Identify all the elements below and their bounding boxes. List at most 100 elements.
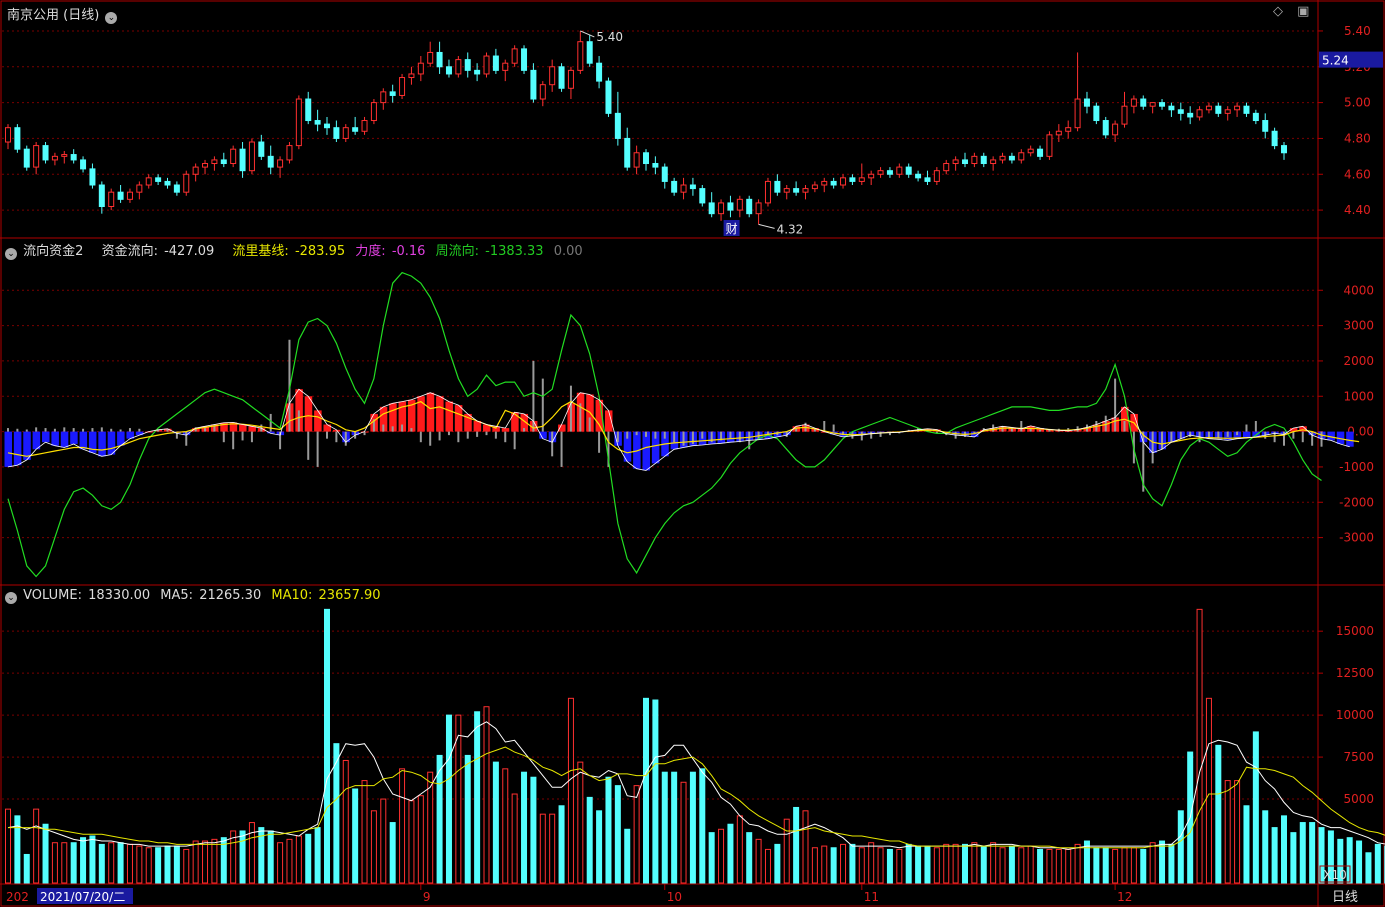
candle: [1055, 130, 1062, 136]
volume-bar: [267, 830, 274, 884]
candle: [905, 166, 912, 175]
diamond-icon[interactable]: ◇: [1273, 4, 1283, 19]
candle: [736, 198, 743, 211]
volume-bar: [699, 768, 706, 884]
candle: [258, 141, 265, 157]
candle: [1102, 120, 1109, 136]
zero-value: 0.00: [553, 244, 583, 259]
candle: [192, 166, 199, 175]
volume-bar: [5, 808, 11, 884]
candle: [70, 154, 77, 161]
ma5-value: 21265.30: [199, 588, 262, 603]
candle: [23, 148, 30, 168]
candle: [577, 41, 584, 71]
candle: [1215, 105, 1222, 114]
volume-bar: [840, 843, 847, 884]
volume-bar: [708, 832, 715, 884]
volume-bar: [389, 822, 396, 884]
volume-bar: [361, 780, 368, 884]
candle: [830, 180, 837, 186]
candle: [614, 112, 621, 139]
candle: [342, 127, 349, 139]
volume-bar: [192, 840, 199, 884]
flow-bar: [304, 396, 313, 432]
force-label: 力度:: [355, 244, 386, 259]
candle: [464, 59, 471, 71]
window-icon[interactable]: ▣: [1297, 4, 1309, 19]
volume-bar: [539, 813, 546, 884]
candle: [605, 80, 612, 114]
candle: [511, 48, 518, 64]
volume-bar: [999, 847, 1006, 884]
candle: [361, 120, 368, 132]
volume-bar: [952, 843, 959, 884]
candle: [389, 91, 396, 96]
flow-bar: [79, 431, 88, 450]
volume-bar: [896, 848, 903, 884]
candle: [286, 145, 293, 161]
base-value: -283.95: [294, 244, 346, 259]
volume-bar: [1196, 608, 1203, 884]
volume-bar: [877, 847, 884, 884]
price-panel-header[interactable]: 南京公用 (日线) ⌄: [7, 4, 119, 24]
volume-bar: [1093, 847, 1100, 884]
volume-bar: [464, 754, 471, 884]
volume-bar: [286, 838, 293, 884]
x-axis-label: 9: [423, 890, 431, 904]
candle: [230, 148, 237, 165]
volume-bar: [248, 822, 255, 884]
flow-tick-label: 3000: [1343, 319, 1374, 333]
chevron-down-icon[interactable]: ⌄: [105, 12, 118, 24]
candle: [220, 159, 227, 165]
panel-controls[interactable]: ◇ ▣: [1273, 4, 1311, 19]
volume-bar: [614, 785, 621, 884]
outer-frame: [0, 0, 1385, 907]
volume-bar: [1112, 848, 1119, 884]
price-tick-label: 4.60: [1344, 167, 1371, 181]
volume-bar: [483, 706, 490, 884]
candle: [896, 166, 903, 175]
chevron-down-icon[interactable]: ⌄: [5, 592, 17, 604]
candle: [417, 62, 424, 75]
volume-bar: [783, 818, 790, 884]
volume-bar: [596, 810, 603, 884]
volume-bar: [1149, 842, 1156, 884]
candle: [858, 177, 865, 182]
volume-bar: [314, 827, 321, 884]
fund-flow-header: ⌄ 流向资金2 资金流向: -427.09 流里基线: -283.95 力度: …: [5, 240, 585, 260]
candle: [1037, 148, 1044, 157]
volume-bar: [342, 759, 349, 884]
candle: [1149, 102, 1156, 107]
volume-bar: [718, 828, 725, 884]
candle: [1027, 148, 1034, 154]
candle: [474, 69, 481, 75]
volume-bar: [417, 795, 424, 884]
volume-bar: [661, 771, 668, 884]
candle: [530, 69, 537, 100]
candle: [1083, 98, 1090, 107]
candle: [802, 188, 809, 193]
candle: [42, 145, 49, 161]
candle: [952, 159, 959, 165]
volume-bar: [202, 840, 209, 884]
chevron-down-icon[interactable]: ⌄: [5, 248, 17, 260]
volume-bar: [492, 761, 499, 884]
candle: [370, 102, 377, 122]
base-label: 流里基线:: [232, 244, 289, 259]
volume-bar: [643, 697, 649, 884]
volume-bar: [521, 771, 528, 884]
flow-tick-label: 4000: [1343, 283, 1374, 297]
candle: [1196, 109, 1203, 118]
volume-bar: [830, 847, 837, 884]
volume-bar: [277, 842, 284, 884]
volume-bar: [1290, 832, 1297, 884]
volume-bar: [173, 845, 180, 884]
candle: [1065, 127, 1072, 132]
volume-bar: [1299, 822, 1306, 884]
volume-tick-label: 12500: [1336, 666, 1374, 680]
volume-bar: [324, 608, 330, 884]
candle: [248, 141, 255, 172]
candle: [680, 184, 687, 193]
candle: [89, 168, 96, 186]
candle: [596, 62, 603, 82]
